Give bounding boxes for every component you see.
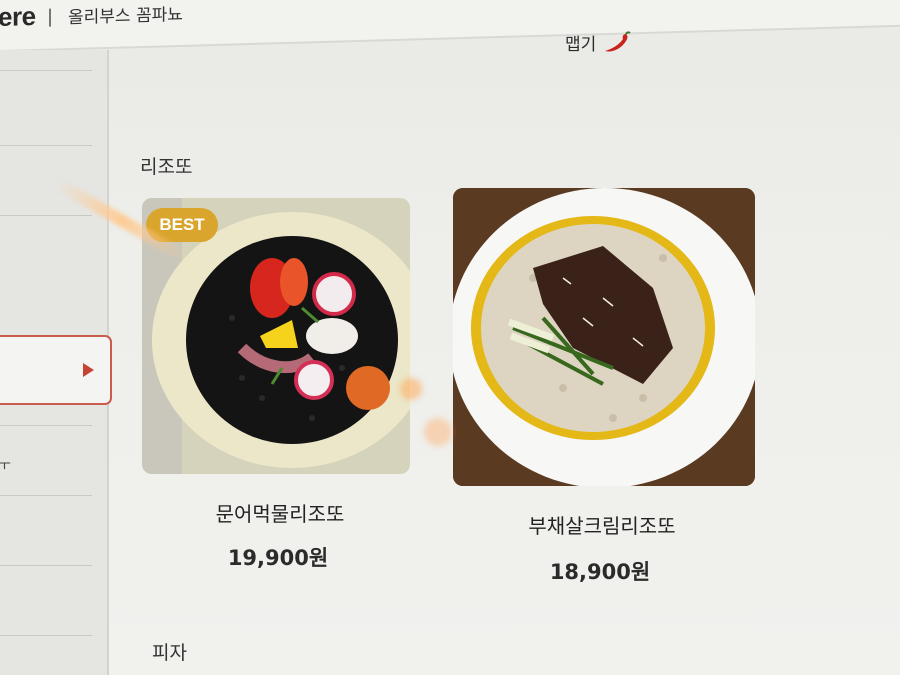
light-reflection xyxy=(424,418,452,446)
section-title-risotto: 리조또 xyxy=(140,156,193,178)
sidebar-item-divider xyxy=(0,145,92,146)
chili-pepper-icon xyxy=(605,30,631,52)
header-divider xyxy=(49,8,51,27)
menu-screen: ere 올리부스 꼼파뇨 맵기 ㅜ 리조또 BEST 문어먹물리조또 19,90… xyxy=(0,0,900,675)
top-bar: ere 올리부스 꼼파뇨 xyxy=(0,0,900,52)
menu-item-name[interactable]: 부채살크림리조또 xyxy=(452,510,752,539)
category-sidebar: ㅜ xyxy=(0,50,112,675)
sidebar-item-divider xyxy=(0,70,92,71)
brand-logo: ere xyxy=(0,1,36,33)
sidebar-item-divider xyxy=(0,215,92,216)
menu-item-price: 18,900원 xyxy=(549,560,651,584)
sidebar-item-label[interactable]: ㅜ xyxy=(0,455,11,475)
store-name: 올리부스 꼼파뇨 xyxy=(68,4,183,29)
spicy-label: 맵기 xyxy=(565,35,597,55)
sidebar-item-divider xyxy=(0,495,92,496)
triangle-right-icon xyxy=(83,363,94,377)
section-title-pizza: 피자 xyxy=(152,642,187,664)
steak-cream-risotto-photo xyxy=(453,188,755,486)
sidebar-item-divider xyxy=(0,425,92,426)
spicy-filter[interactable]: 맵기 xyxy=(565,30,632,55)
sidebar-item-divider xyxy=(0,565,92,566)
sidebar-item-divider xyxy=(0,635,92,636)
light-reflection xyxy=(400,378,422,400)
menu-item-name[interactable]: 문어먹물리조또 xyxy=(130,498,430,527)
menu-item-price: 19,900원 xyxy=(227,546,329,570)
menu-item-image[interactable] xyxy=(453,188,755,486)
sidebar-item-active[interactable] xyxy=(0,335,112,405)
